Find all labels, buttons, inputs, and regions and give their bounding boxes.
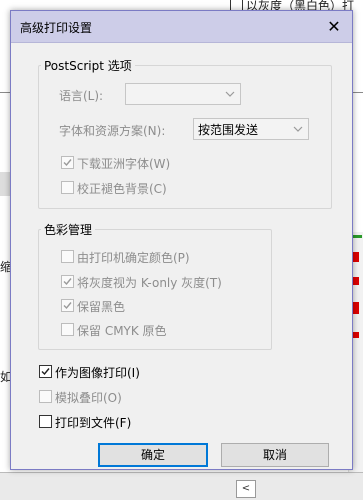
language-select[interactable] bbox=[125, 83, 241, 105]
checkmark-icon bbox=[41, 368, 50, 376]
dialog-title: 高级打印设置 bbox=[20, 21, 93, 35]
cancel-button[interactable]: 取消 bbox=[221, 443, 329, 467]
color-management-legend: 色彩管理 bbox=[44, 223, 93, 237]
checkbox-box bbox=[61, 299, 74, 312]
chevron-down-icon bbox=[224, 84, 236, 104]
checkbox-box bbox=[39, 365, 52, 378]
background-panel bbox=[0, 172, 10, 196]
background-prev-icon[interactable]: < bbox=[236, 480, 256, 498]
print-as-image-label: 作为图像打印(I) bbox=[55, 366, 140, 380]
font-scheme-label: 字体和资源方案(N): bbox=[59, 124, 166, 138]
checkmark-icon bbox=[63, 159, 72, 167]
checkmark-icon bbox=[63, 278, 72, 286]
ok-button[interactable]: 确定 bbox=[98, 443, 208, 467]
chevron-down-icon bbox=[292, 119, 304, 139]
checkbox-box bbox=[61, 323, 74, 336]
gray-konly-label: 将灰度视为 K-only 灰度(T) bbox=[77, 276, 222, 290]
printer-color-label: 由打印机确定颜色(P) bbox=[77, 251, 190, 265]
correct-background-label: 校正褪色背景(C) bbox=[77, 182, 167, 196]
checkbox-box bbox=[61, 275, 74, 288]
close-icon[interactable]: ✕ bbox=[316, 11, 352, 42]
background-divider bbox=[0, 92, 10, 93]
font-scheme-select-value: 按范围发送 bbox=[198, 123, 259, 137]
keep-black-label: 保留黑色 bbox=[77, 300, 126, 314]
simulate-overprint-label: 模拟叠印(O) bbox=[55, 391, 122, 405]
keep-cmyk-label: 保留 CMYK 原色 bbox=[77, 324, 167, 338]
checkbox-box bbox=[39, 415, 52, 428]
checkmark-icon bbox=[63, 302, 72, 310]
font-scheme-select[interactable]: 按范围发送 bbox=[193, 118, 309, 140]
postscript-options-legend: PostScript 选项 bbox=[44, 59, 132, 73]
language-label: 语言(L): bbox=[59, 89, 104, 103]
checkbox-box bbox=[61, 250, 74, 263]
checkbox-box bbox=[61, 181, 74, 194]
background-statusbar bbox=[0, 472, 363, 500]
print-to-file-label: 打印到文件(F) bbox=[55, 416, 132, 430]
dialog-titlebar[interactable]: 高级打印设置 ✕ bbox=[11, 11, 352, 43]
checkbox-box bbox=[61, 156, 74, 169]
download-asian-fonts-label: 下载亚洲字体(W) bbox=[77, 157, 171, 171]
advanced-print-settings-dialog: 高级打印设置 ✕ PostScript 选项 语言(L): 字体和资源方案(N)… bbox=[10, 10, 353, 470]
checkbox-box bbox=[39, 390, 52, 403]
